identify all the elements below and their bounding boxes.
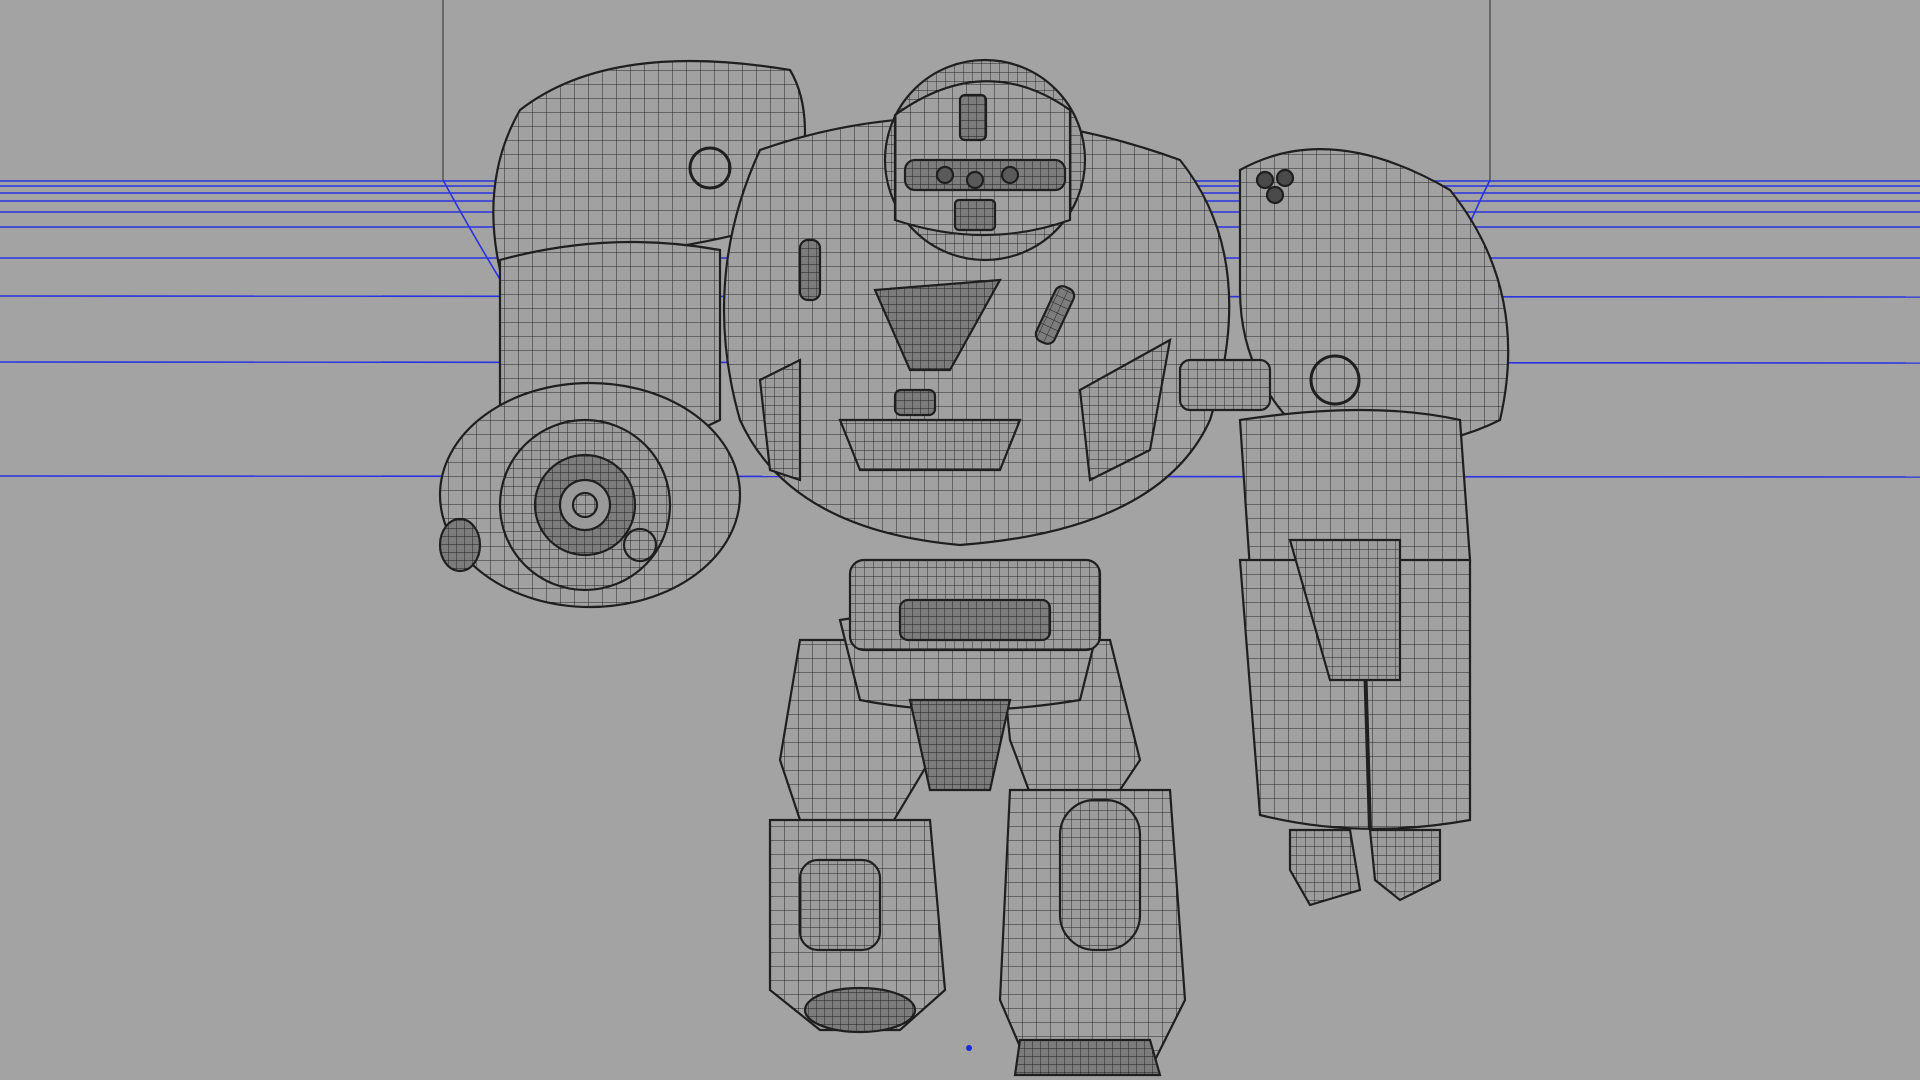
waist: [848, 558, 1102, 652]
viewport-canvas[interactable]: [0, 0, 1920, 1080]
right-forearm: [1238, 408, 1472, 907]
robot-mesh[interactable]: [438, 58, 1510, 1077]
head: [883, 58, 1087, 262]
pivot-marker[interactable]: [966, 1045, 972, 1051]
3d-viewport[interactable]: [0, 0, 1920, 1080]
